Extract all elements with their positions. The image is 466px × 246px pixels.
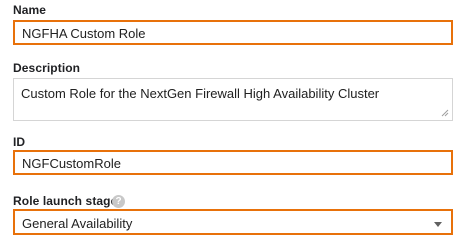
resize-handle-icon[interactable] [441,109,449,117]
id-label: ID [13,135,26,149]
launch-stage-label: Role launch stage [13,194,118,208]
description-field[interactable]: Custom Role for the NextGen Firewall Hig… [13,78,453,121]
launch-stage-select[interactable]: General Availability [13,209,453,235]
name-field-value: NGFHA Custom Role [22,26,146,41]
name-label: Name [13,3,47,17]
name-field[interactable]: NGFHA Custom Role [13,20,453,45]
launch-stage-selected-value: General Availability [22,216,133,231]
description-field-value: Custom Role for the NextGen Firewall Hig… [21,86,380,101]
chevron-down-icon[interactable] [434,222,442,227]
help-icon[interactable]: ? [112,195,125,208]
create-role-form: Name NGFHA Custom Role Description Custo… [0,0,466,246]
id-field[interactable]: NGFCustomRole [13,150,453,175]
description-label: Description [13,61,81,75]
id-field-value: NGFCustomRole [22,156,121,171]
